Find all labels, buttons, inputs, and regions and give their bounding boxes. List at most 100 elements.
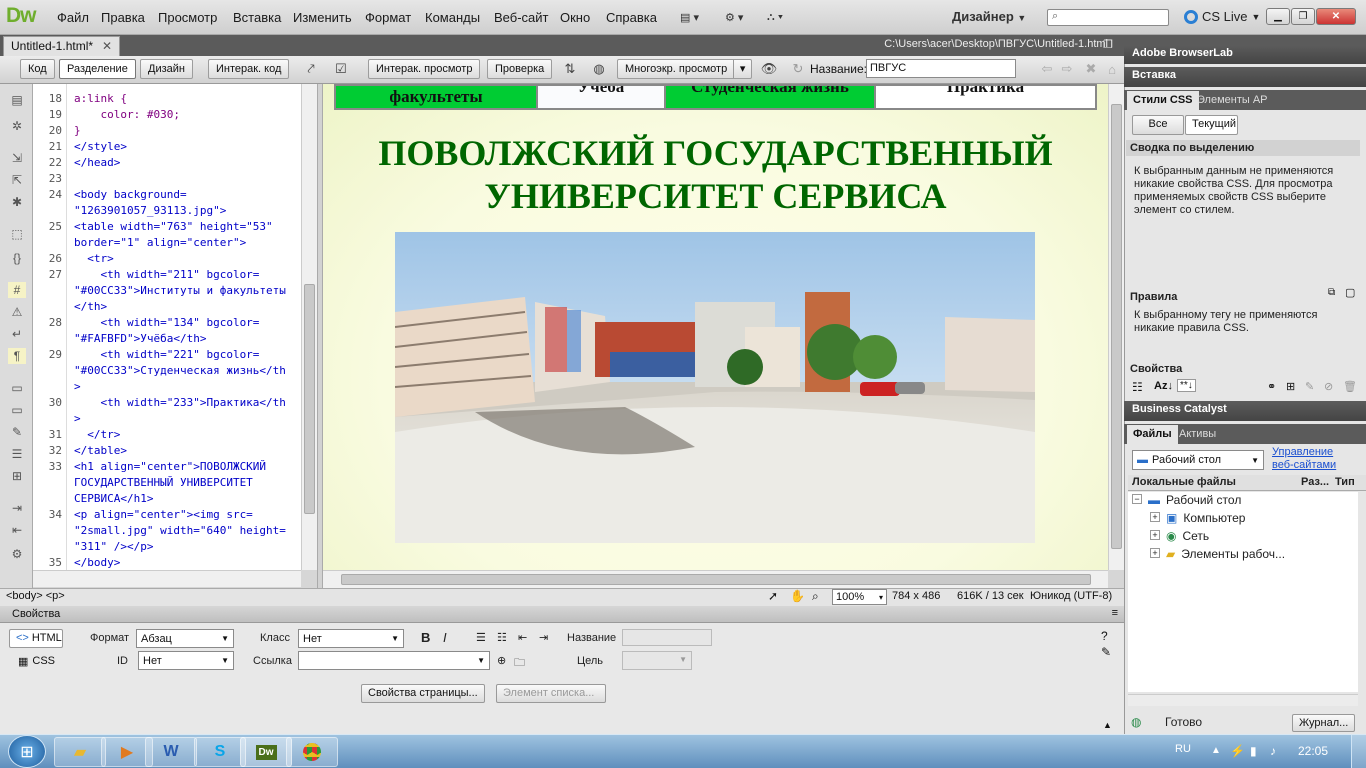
outdent-code-icon[interactable]: ⇤: [8, 522, 26, 538]
inspect-button[interactable]: Проверка: [487, 59, 553, 79]
cs-live-button[interactable]: CS Live ▼: [1184, 9, 1260, 24]
preview-browser-icon[interactable]: ◍: [588, 60, 610, 78]
nav-cell-student-life[interactable]: Студенческая жизнь: [665, 85, 875, 109]
university-panorama-image[interactable]: [395, 232, 1035, 543]
start-button[interactable]: ⊞: [8, 735, 46, 768]
restore-button[interactable]: ❐: [1291, 8, 1315, 25]
browse-folder-icon[interactable]: 🗀: [514, 654, 525, 673]
taskbar-word[interactable]: W: [145, 737, 197, 767]
menu-edit[interactable]: Правка: [101, 10, 145, 25]
taskbar-dreamweaver[interactable]: Dw: [240, 737, 292, 767]
disable-rule-icon[interactable]: ⊘: [1324, 380, 1333, 393]
menu-site[interactable]: Веб-сайт: [494, 10, 548, 25]
point-to-file-icon[interactable]: ⊕: [497, 654, 506, 667]
code-view-button[interactable]: Код: [20, 59, 55, 79]
syntax-coloring-icon[interactable]: ¶: [8, 348, 26, 364]
browserlab-panel[interactable]: Adobe BrowserLab: [1124, 45, 1366, 64]
inspect-icon[interactable]: ⤤: [300, 60, 322, 78]
document-tab[interactable]: Untitled-1.html* ✕: [3, 36, 120, 56]
set-properties-icon[interactable]: **↓: [1177, 379, 1196, 392]
current-button[interactable]: Текущий: [1185, 115, 1238, 135]
col-type[interactable]: Тип: [1335, 476, 1355, 488]
code-horizontal-scrollbar[interactable]: [33, 570, 301, 587]
collapse-selection-icon[interactable]: ⇱: [8, 172, 26, 188]
quick-tag-editor-icon[interactable]: ✎: [1101, 645, 1111, 659]
hand-tool-icon[interactable]: ✋: [790, 589, 805, 603]
code-vertical-scrollbar[interactable]: [301, 84, 317, 570]
layout-menu-icon[interactable]: ▤ ▾: [680, 8, 699, 26]
multiscreen-button[interactable]: Многоэкр. просмотр ▾: [617, 59, 753, 79]
tree-item-desktop-items[interactable]: + ▰ Элементы рабоч...: [1150, 548, 1285, 561]
menu-insert[interactable]: Вставка: [233, 10, 281, 25]
expand-all-icon[interactable]: ✱: [8, 194, 26, 210]
rules-view-icon[interactable]: ⧉: [1328, 287, 1335, 298]
page-properties-button[interactable]: Свойства страницы...: [361, 684, 485, 703]
tab-files[interactable]: Файлы: [1127, 425, 1178, 445]
design-vertical-scrollbar[interactable]: [1108, 84, 1124, 570]
check-page-icon[interactable]: ☑: [330, 60, 352, 78]
select-parent-tag-icon[interactable]: ⬚: [8, 226, 26, 242]
balance-braces-icon[interactable]: {}: [8, 250, 26, 266]
indent-icon[interactable]: ⇥: [539, 631, 548, 644]
menu-commands[interactable]: Команды: [425, 10, 480, 25]
signal-icon[interactable]: ▮: [1250, 744, 1257, 758]
language-indicator[interactable]: RU: [1175, 743, 1191, 755]
css-mode-button[interactable]: ▦ CSS: [18, 655, 55, 668]
tree-item-computer[interactable]: + ▣ Компьютер: [1150, 512, 1245, 525]
panel-menu-icon[interactable]: ≡: [1112, 607, 1118, 619]
visual-aids-icon[interactable]: 👁: [758, 60, 780, 78]
format-select[interactable]: Абзац ▼: [136, 629, 234, 648]
tree-item-desktop[interactable]: − ▬ Рабочий стол: [1132, 494, 1241, 507]
close-window-button[interactable]: ✕: [1316, 8, 1356, 25]
split-view-button[interactable]: Разделение: [59, 59, 136, 79]
nav-cell-faculties[interactable]: факультеты: [335, 85, 537, 109]
tab-assets[interactable]: Активы: [1173, 425, 1222, 445]
properties-header[interactable]: Свойства ≡: [0, 606, 1124, 623]
unordered-list-icon[interactable]: ☰: [476, 631, 486, 644]
rules-info-icon[interactable]: ▢: [1345, 286, 1355, 299]
name-field[interactable]: [622, 629, 712, 646]
format-source-icon[interactable]: ⚙: [8, 546, 26, 562]
back-icon[interactable]: ⇦: [1036, 60, 1058, 78]
html-mode-button[interactable]: <> HTML: [9, 629, 63, 648]
live-code-button[interactable]: Интерак. код: [208, 59, 290, 79]
new-css-rule-icon[interactable]: ⊞: [1286, 380, 1295, 393]
word-wrap-icon[interactable]: ↵: [8, 326, 26, 342]
file-transfer-icon[interactable]: ⇅: [559, 60, 581, 78]
menu-view[interactable]: Просмотр: [158, 10, 217, 25]
class-select[interactable]: Нет ▼: [298, 629, 404, 648]
col-local-files[interactable]: Локальные файлы: [1132, 476, 1236, 488]
taskbar-skype[interactable]: S: [194, 737, 246, 767]
zoom-tool-icon[interactable]: ⌕: [812, 589, 819, 604]
site-map-icon[interactable]: ⛬ ▾: [767, 8, 783, 26]
apply-comment-icon[interactable]: ▭: [8, 380, 26, 396]
clock[interactable]: 22:05: [1298, 744, 1328, 758]
all-button[interactable]: Все: [1132, 115, 1184, 135]
tag-selector[interactable]: <body> <p>: [6, 590, 65, 602]
italic-button[interactable]: I: [443, 630, 447, 645]
design-horizontal-scrollbar[interactable]: [323, 570, 1108, 588]
target-select[interactable]: ▼: [622, 651, 692, 670]
id-select[interactable]: Нет ▼: [138, 651, 234, 670]
business-catalyst-panel[interactable]: Business Catalyst: [1124, 401, 1366, 421]
menu-modify[interactable]: Изменить: [293, 10, 352, 25]
tab-css-styles[interactable]: Стили CSS: [1127, 91, 1199, 111]
open-documents-icon[interactable]: ▤: [8, 92, 26, 108]
volume-icon[interactable]: ♪: [1270, 744, 1276, 758]
home-icon[interactable]: ⌂: [1101, 60, 1123, 78]
show-code-navigator-icon[interactable]: ✲: [8, 118, 26, 134]
bold-button[interactable]: B: [421, 630, 430, 645]
design-view-button[interactable]: Дизайн: [140, 59, 193, 79]
nav-cell-practice[interactable]: Практика: [875, 85, 1096, 109]
category-view-icon[interactable]: ☷: [1132, 380, 1143, 394]
nav-cell-study[interactable]: Учёба: [537, 85, 665, 109]
menu-format[interactable]: Формат: [365, 10, 411, 25]
document-title-input[interactable]: ПВГУС: [866, 59, 1016, 78]
refresh-icon[interactable]: ↻: [787, 60, 809, 78]
nav-table[interactable]: факультеты Учёба Студенческая жизнь Прак…: [334, 84, 1097, 110]
alphabetical-view-icon[interactable]: Az↓: [1154, 380, 1173, 392]
window-size[interactable]: 784 x 486: [892, 590, 940, 602]
edit-rule-icon[interactable]: ✎: [1305, 380, 1314, 393]
highlight-invalid-icon[interactable]: ⚠: [8, 304, 26, 320]
help-icon[interactable]: ?: [1101, 629, 1108, 643]
